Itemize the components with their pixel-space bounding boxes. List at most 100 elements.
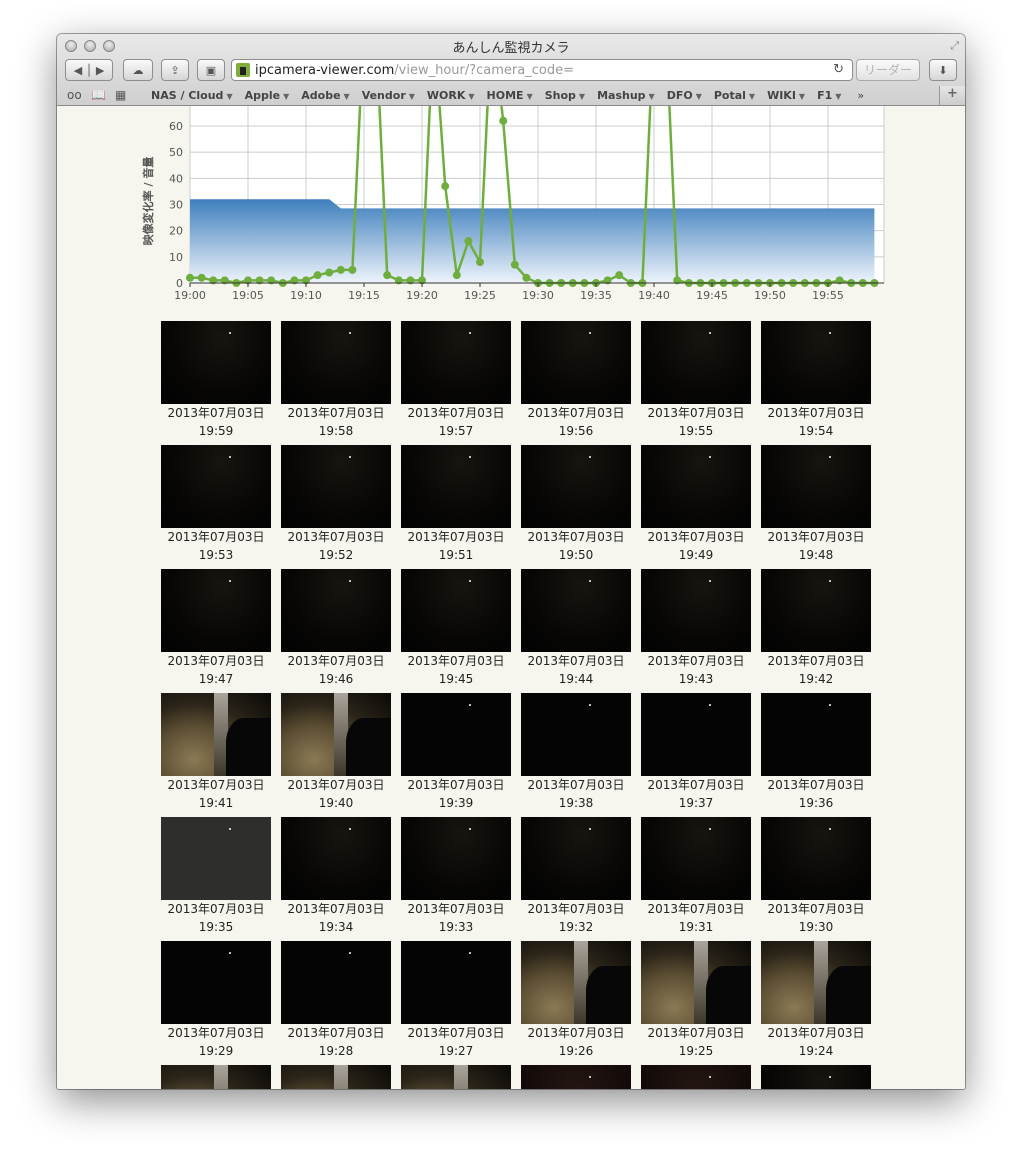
camera-snapshot[interactable] <box>401 693 511 776</box>
bookmark-folder[interactable]: NAS / Cloud ▼ <box>151 89 233 102</box>
snapshot-date: 2013年07月03日 <box>527 1026 625 1040</box>
bookmark-folder[interactable]: Shop ▼ <box>545 89 585 102</box>
camera-snapshot[interactable] <box>521 1065 631 1089</box>
snapshot-date: 2013年07月03日 <box>167 406 265 420</box>
camera-snapshot[interactable] <box>521 941 631 1024</box>
bookmark-folder[interactable]: Apple ▼ <box>245 89 290 102</box>
snapshot-time: 19:40 <box>318 796 354 810</box>
snapshot-caption: 2013年07月03日 19:36 <box>756 776 876 812</box>
camera-snapshot[interactable] <box>641 693 751 776</box>
camera-snapshot[interactable] <box>281 321 391 404</box>
camera-snapshot[interactable] <box>281 693 391 776</box>
bookmark-folder[interactable]: WORK ▼ <box>427 89 475 102</box>
fullscreen-icon[interactable]: ⤢ <box>950 39 959 53</box>
reload-icon[interactable]: ↻ <box>833 62 844 77</box>
bookmark-folder[interactable]: F1 ▼ <box>817 89 841 102</box>
camera-snapshot[interactable] <box>401 1065 511 1089</box>
bookmark-label: NAS / Cloud <box>151 88 224 102</box>
camera-snapshot[interactable] <box>161 941 271 1024</box>
bookmark-folder[interactable]: HOME ▼ <box>487 89 533 102</box>
camera-snapshot[interactable] <box>761 569 871 652</box>
camera-snapshot[interactable] <box>281 1065 391 1089</box>
bookmark-folder[interactable]: DFO ▼ <box>667 89 702 102</box>
camera-snapshot[interactable] <box>401 817 511 900</box>
downloads-button[interactable]: ⬇ <box>929 59 957 81</box>
bookmark-folder[interactable]: Vendor ▼ <box>362 89 415 102</box>
camera-snapshot[interactable] <box>761 693 871 776</box>
camera-snapshot[interactable] <box>281 445 391 528</box>
camera-snapshot[interactable] <box>401 941 511 1024</box>
bookmark-folder[interactable]: WIKI ▼ <box>767 89 805 102</box>
snapshot-time: 19:34 <box>318 920 354 934</box>
y-tick-label: 50 <box>169 146 183 159</box>
camera-snapshot[interactable] <box>761 1065 871 1089</box>
camera-snapshot[interactable] <box>161 1065 271 1089</box>
camera-snapshot[interactable] <box>281 569 391 652</box>
snapshot-time: 19:29 <box>198 1044 234 1058</box>
camera-snapshot[interactable] <box>521 321 631 404</box>
camera-snapshot[interactable] <box>161 817 271 900</box>
camera-snapshot[interactable] <box>521 445 631 528</box>
share-button[interactable]: ⇪ <box>161 59 189 81</box>
bookmark-folder[interactable]: Adobe ▼ <box>301 89 349 102</box>
camera-snapshot[interactable] <box>161 693 271 776</box>
camera-snapshot[interactable] <box>761 321 871 404</box>
camera-snapshot[interactable] <box>641 569 751 652</box>
bookmark-label: Potal <box>713 88 746 102</box>
back-icon[interactable]: ◀ <box>74 64 82 77</box>
y-axis-title: 映像変化率 / 音量 <box>141 157 155 246</box>
light-spot <box>229 456 231 458</box>
data-point <box>615 271 624 280</box>
icloud-button[interactable]: ☁ <box>123 59 153 81</box>
camera-snapshot[interactable] <box>641 321 751 404</box>
bookmark-label: HOME <box>486 88 524 102</box>
reader-button[interactable]: リーダー <box>856 59 920 81</box>
camera-snapshot[interactable] <box>281 941 391 1024</box>
camera-snapshot[interactable] <box>161 445 271 528</box>
camera-snapshot[interactable] <box>641 941 751 1024</box>
x-tick-label: 19:25 <box>464 289 496 302</box>
light-spot <box>469 704 471 706</box>
forward-icon[interactable]: ▶ <box>96 64 104 77</box>
snapshot-time: 19:31 <box>678 920 714 934</box>
x-tick-label: 19:00 <box>174 289 206 302</box>
address-bar[interactable]: ipcamera-viewer.com/view_hour/?camera_co… <box>231 59 853 81</box>
camera-snapshot[interactable] <box>761 817 871 900</box>
snapshot-date: 2013年07月03日 <box>407 654 505 668</box>
camera-snapshot[interactable] <box>401 445 511 528</box>
snapshot-caption: 2013年07月03日 19:58 <box>276 404 396 440</box>
snapshot-date: 2013年07月03日 <box>167 778 265 792</box>
snapshot-date: 2013年07月03日 <box>287 1026 385 1040</box>
camera-snapshot[interactable] <box>641 1065 751 1089</box>
camera-snapshot[interactable] <box>401 321 511 404</box>
snapshot-caption: 2013年07月03日 19:55 <box>636 404 756 440</box>
camera-snapshot[interactable] <box>401 569 511 652</box>
more-bookmarks-icon[interactable]: » <box>857 89 864 102</box>
camera-snapshot[interactable] <box>521 693 631 776</box>
back-forward-buttons[interactable]: ◀ │ ▶ <box>65 59 113 81</box>
light-spot <box>709 704 711 706</box>
camera-snapshot[interactable] <box>761 941 871 1024</box>
new-tab-button[interactable]: + <box>939 86 965 105</box>
bookmarks-icon[interactable]: 📖 <box>91 88 115 102</box>
reading-list-icon[interactable]: oo <box>67 88 91 102</box>
camera-snapshot[interactable] <box>521 569 631 652</box>
light-spot <box>709 456 711 458</box>
snapshot-caption: 2013年07月03日 19:30 <box>756 900 876 936</box>
bookmark-folder[interactable]: Potal ▼ <box>714 89 755 102</box>
light-spot <box>829 332 831 334</box>
snapshot-date: 2013年07月03日 <box>527 654 625 668</box>
camera-snapshot[interactable] <box>641 817 751 900</box>
camera-snapshot[interactable] <box>161 321 271 404</box>
snapshot-time: 19:36 <box>798 796 834 810</box>
extension-button[interactable]: ▣ <box>197 59 225 81</box>
camera-snapshot[interactable] <box>281 817 391 900</box>
camera-snapshot[interactable] <box>641 445 751 528</box>
camera-snapshot[interactable] <box>521 817 631 900</box>
camera-snapshot[interactable] <box>761 445 871 528</box>
top-sites-icon[interactable]: ▦ <box>115 88 139 102</box>
snapshot-caption: 2013年07月03日 19:25 <box>636 1024 756 1060</box>
bookmark-folder[interactable]: Mashup ▼ <box>597 89 655 102</box>
camera-snapshot[interactable] <box>161 569 271 652</box>
light-spot <box>829 580 831 582</box>
